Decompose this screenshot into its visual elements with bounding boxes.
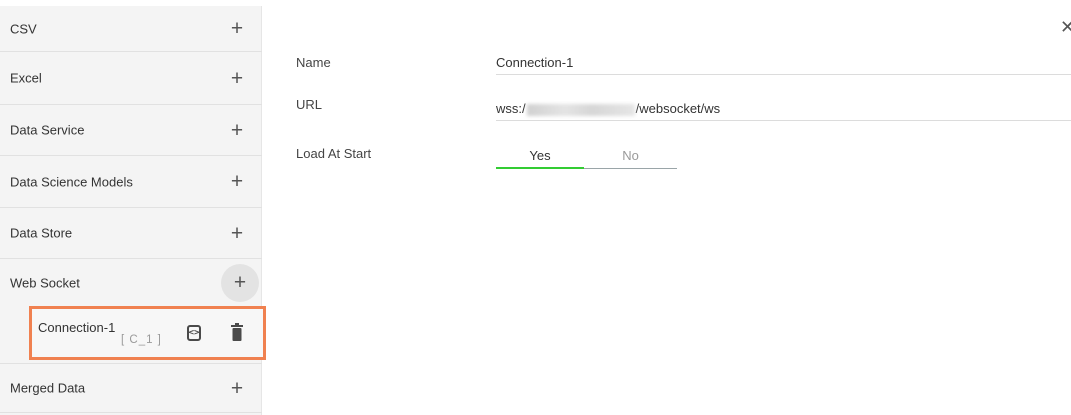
- sidebar-item-excel[interactable]: Excel +: [0, 52, 262, 105]
- sidebar-item-label: Excel: [10, 70, 42, 86]
- load-at-start-label: Load At Start: [296, 146, 372, 161]
- sidebar-item-web-socket[interactable]: Web Socket +: [0, 259, 262, 306]
- sidebar-item-label: CSV: [10, 21, 37, 36]
- connection-item[interactable]: Connection-1 [ C_1 ] <>: [29, 306, 266, 360]
- url-field[interactable]: wss:/ /websocket/ws: [496, 101, 1071, 121]
- connection-editor: CSV + Excel + Data Service + Data Scienc…: [0, 0, 1071, 415]
- sidebar-item-label: Data Service: [10, 122, 85, 138]
- load-at-start-toggle[interactable]: Yes No: [496, 144, 677, 169]
- plus-icon[interactable]: +: [226, 377, 248, 399]
- connection-name: Connection-1: [38, 320, 116, 335]
- sidebar-item-data-science-models[interactable]: Data Science Models +: [0, 156, 262, 208]
- sidebar-item-label: Web Socket: [10, 275, 80, 290]
- plus-icon[interactable]: +: [226, 67, 248, 89]
- url-label: URL: [296, 97, 323, 112]
- name-value: Connection-1: [496, 55, 574, 70]
- redacted-host: [526, 103, 635, 116]
- name-field[interactable]: Connection-1: [496, 55, 1071, 75]
- url-prefix: wss:/: [496, 101, 526, 116]
- sidebar-item-data-service[interactable]: Data Service +: [0, 105, 262, 156]
- code-icon[interactable]: <>: [187, 325, 201, 341]
- connection-id: [ C_1 ]: [121, 334, 162, 346]
- plus-icon[interactable]: +: [226, 18, 248, 40]
- toggle-yes-option[interactable]: Yes: [496, 144, 584, 169]
- sidebar-item-merged-data[interactable]: Merged Data +: [0, 363, 262, 413]
- toggle-no-option[interactable]: No: [584, 144, 677, 169]
- trash-icon[interactable]: [231, 323, 243, 341]
- sidebar-item-label: Data Science Models: [10, 174, 133, 189]
- plus-icon[interactable]: +: [226, 119, 248, 141]
- close-icon[interactable]: ✕: [1060, 18, 1071, 36]
- sidebar-item-label: Merged Data: [10, 380, 86, 396]
- sidebar-item-csv[interactable]: CSV +: [0, 6, 262, 52]
- plus-icon[interactable]: +: [221, 263, 259, 302]
- sidebar-item-data-store[interactable]: Data Store +: [0, 208, 262, 259]
- sidebar-item-label: Data Store: [10, 225, 73, 241]
- url-suffix: /websocket/ws: [635, 101, 721, 116]
- name-label: Name: [296, 55, 331, 70]
- plus-icon[interactable]: +: [226, 171, 248, 193]
- plus-icon[interactable]: +: [226, 222, 248, 244]
